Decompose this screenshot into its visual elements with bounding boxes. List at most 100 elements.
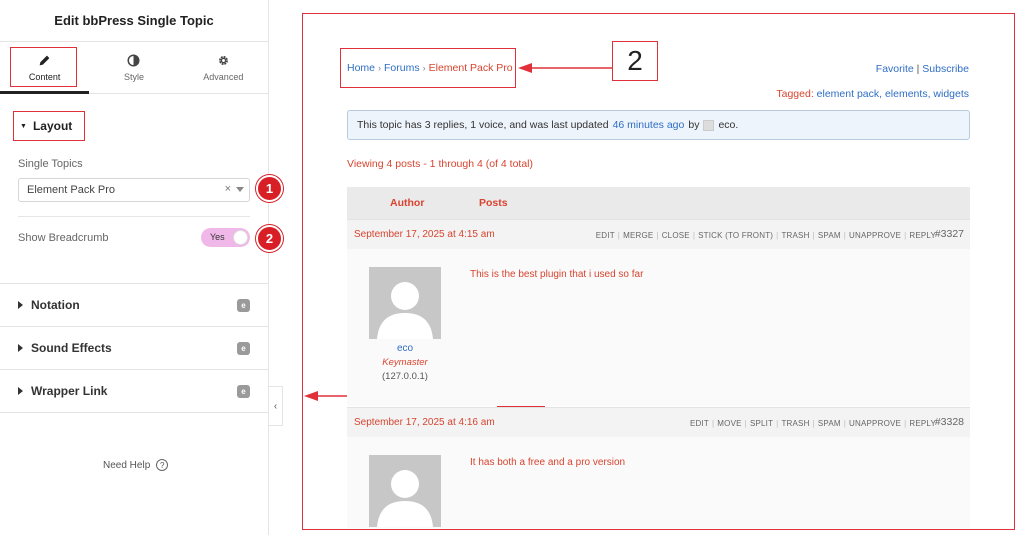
post-content: This is the best plugin that i used so f… — [470, 269, 644, 280]
edit-link[interactable]: EDIT — [596, 231, 615, 240]
favorite-link[interactable]: Favorite — [876, 63, 914, 75]
half-circle-icon — [127, 53, 140, 67]
element-pack-icon: e — [237, 299, 250, 312]
reply-link[interactable]: REPLY — [909, 419, 936, 428]
breadcrumb-forums[interactable]: Forums — [384, 62, 420, 74]
layout-section-title: Layout — [32, 119, 73, 133]
panel-title: Edit bbPress Single Topic — [0, 0, 268, 42]
info-by: by — [688, 119, 700, 131]
tab-style-label: Style — [123, 71, 144, 82]
topic-tags: Tagged: element pack, elements, widgets — [776, 88, 969, 100]
show-breadcrumb-toggle[interactable]: Yes — [201, 228, 250, 247]
annotation-badge-1: 1 — [256, 175, 283, 202]
wrapper-link-section-title: Wrapper Link — [31, 384, 108, 398]
reply-link[interactable]: REPLY — [909, 231, 936, 240]
notation-section[interactable]: Notation e — [0, 284, 268, 327]
callout-label-2: 2 — [612, 41, 658, 81]
breadcrumb-home[interactable]: Home — [347, 62, 375, 74]
move-link[interactable]: MOVE — [717, 419, 741, 428]
question-icon: ? — [156, 459, 169, 471]
need-help-link[interactable]: Need Help ? — [103, 459, 169, 471]
tab-advanced[interactable]: Advanced — [179, 42, 268, 93]
post-header: September 17, 2025 at 4:15 am EDIT | MERGE… — [347, 219, 970, 249]
post-admin-links: EDIT | MOVE | SPLIT | TRASH | SPAM | UNAPPROVE | REP… — [689, 419, 936, 428]
caret-right-icon — [18, 301, 23, 309]
single-topics-select[interactable]: Element Pack Pro × — [18, 178, 250, 202]
spam-link[interactable]: SPAM — [818, 231, 841, 240]
breadcrumb: Home › Forums › Element Pack Pro — [340, 48, 516, 88]
element-pack-icon: e — [237, 385, 250, 398]
post-author-role: Keymaster — [382, 357, 428, 368]
post-date: September 17, 2025 at 4:15 am — [354, 229, 495, 240]
breadcrumb-separator: › — [378, 63, 382, 73]
posts-table-header: Author Posts — [347, 187, 970, 219]
subscribe-link[interactable]: Subscribe — [922, 63, 969, 75]
need-help-label: Need Help — [103, 459, 151, 471]
clear-icon[interactable]: × — [225, 183, 231, 195]
caret-right-icon — [18, 344, 23, 352]
content-tab-highlight — [10, 47, 77, 87]
avatar[interactable] — [369, 267, 441, 339]
post-body: This is the best plugin that i used so f… — [347, 249, 970, 406]
divider — [18, 216, 250, 217]
wrapper-link-section[interactable]: Wrapper Link e — [0, 370, 268, 413]
callout-arrow-2 — [518, 63, 612, 73]
editor-panel: Edit bbPress Single Topic Content Style … — [0, 0, 269, 535]
annotation-badge-2: 2 — [256, 225, 283, 252]
merge-link[interactable]: MERGE — [623, 231, 653, 240]
topic-actions: Favorite | Subscribe — [876, 63, 969, 75]
separator: | — [916, 63, 920, 75]
single-topics-label: Single Topics — [18, 158, 83, 170]
info-prefix: This topic has 3 replies, 1 voice, and w… — [357, 119, 609, 131]
toggle-knob — [233, 230, 248, 245]
breadcrumb-current: Element Pack Pro — [428, 62, 513, 74]
notation-section-title: Notation — [31, 298, 80, 312]
topic-info-notice: This topic has 3 replies, 1 voice, and w… — [347, 110, 970, 140]
layout-section-toggle[interactable]: ▼ Layout — [13, 111, 85, 141]
tagged-label: Tagged: — [776, 88, 814, 100]
dropdown-arrow-icon[interactable] — [236, 187, 244, 192]
stick-link[interactable]: STICK (TO FRONT) — [698, 231, 773, 240]
post-body: It has both a free and a pro version — [347, 437, 970, 528]
layout-section: ▼ Layout Single Topics Element Pack Pro … — [0, 94, 268, 284]
caret-down-icon: ▼ — [20, 122, 27, 130]
unapprove-link[interactable]: UNAPPROVE — [849, 231, 901, 240]
breadcrumb-separator: › — [422, 63, 426, 73]
post-number[interactable]: #3328 — [935, 416, 964, 428]
show-breadcrumb-label: Show Breadcrumb — [18, 232, 109, 244]
pagination-count: Viewing 4 posts - 1 through 4 (of 4 tota… — [347, 158, 533, 170]
post-date: September 17, 2025 at 4:16 am — [354, 417, 495, 428]
post-admin-links: EDIT | MERGE | CLOSE | STICK (TO FRONT) | TRASH |… — [595, 231, 936, 240]
sound-effects-section-title: Sound Effects — [31, 341, 112, 355]
author-column-header: Author — [390, 197, 425, 209]
close-link[interactable]: CLOSE — [662, 231, 690, 240]
post-author-ip: (127.0.0.1) — [382, 371, 428, 382]
sound-effects-section[interactable]: Sound Effects e — [0, 327, 268, 370]
user-silhouette-icon — [377, 282, 433, 339]
tab-advanced-label: Advanced — [203, 71, 244, 82]
avatar[interactable] — [369, 455, 441, 527]
caret-right-icon — [18, 387, 23, 395]
edit-link[interactable]: EDIT — [690, 419, 709, 428]
posts-column-header: Posts — [479, 197, 508, 209]
user-avatar-icon — [703, 119, 715, 131]
single-topics-value: Element Pack Pro — [27, 184, 116, 196]
spam-link[interactable]: SPAM — [818, 419, 841, 428]
info-user[interactable]: eco. — [718, 119, 738, 131]
post-content: It has both a free and a pro version — [470, 457, 626, 468]
chevron-left-icon: ‹ — [273, 400, 278, 412]
post-header: September 17, 2025 at 4:16 am EDIT | MOVE |… — [347, 407, 970, 437]
tab-style[interactable]: Style — [89, 42, 178, 93]
split-link[interactable]: SPLIT — [750, 419, 773, 428]
post-number[interactable]: #3327 — [935, 228, 964, 240]
trash-link[interactable]: TRASH — [781, 419, 809, 428]
toggle-state: Yes — [210, 232, 225, 242]
post-author-name[interactable]: eco — [369, 343, 441, 354]
tag-links[interactable]: element pack, elements, widgets — [817, 88, 969, 100]
user-silhouette-icon — [377, 470, 433, 527]
element-pack-icon: e — [237, 342, 250, 355]
info-time-link[interactable]: 46 minutes ago — [613, 119, 685, 131]
unapprove-link[interactable]: UNAPPROVE — [849, 419, 901, 428]
trash-link[interactable]: TRASH — [781, 231, 809, 240]
collapse-panel-button[interactable]: ‹ — [269, 386, 283, 426]
